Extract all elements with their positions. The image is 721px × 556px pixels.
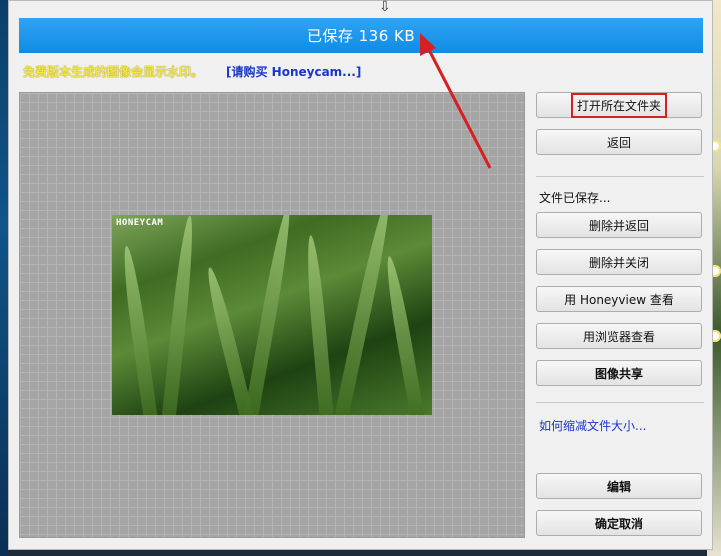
watermark-notice: 免费版本生成的图像会显示水印。 (23, 65, 204, 79)
highlight-box: 打开所在文件夹 (570, 92, 667, 118)
saved-status-bar: 已保存 136 KB (19, 18, 703, 53)
back-button[interactable]: 返回 (536, 129, 702, 155)
saved-status-text: 已保存 136 KB (306, 27, 416, 45)
desktop-background-left (0, 0, 8, 556)
gif-preview-image: HONEYCAM (112, 215, 432, 415)
honeycam-watermark: HONEYCAM (116, 218, 164, 228)
share-image-label: 图像共享 (594, 366, 643, 381)
delete-and-close-label: 删除并关闭 (588, 255, 649, 270)
divider (536, 176, 704, 177)
open-folder-label: 打开所在文件夹 (576, 98, 661, 113)
buy-honeycam-link[interactable]: [请购买 Honeycam...] (226, 63, 361, 80)
view-in-honeyview-label: 用 Honeyview 查看 (564, 292, 674, 307)
reduce-file-size-link[interactable]: 如何缩减文件大小... (539, 417, 646, 434)
delete-and-back-button[interactable]: 删除并返回 (536, 212, 702, 238)
edit-button[interactable]: 编辑 (536, 473, 702, 499)
grass-blade (161, 215, 197, 415)
edit-label: 编辑 (606, 479, 631, 494)
share-image-button[interactable]: 图像共享 (536, 360, 702, 386)
delete-and-back-label: 删除并返回 (588, 218, 649, 233)
grass-blade (119, 244, 159, 415)
image-preview-area: HONEYCAM (19, 92, 525, 538)
confirm-cancel-label: 确定取消 (594, 516, 643, 531)
view-in-browser-label: 用浏览器查看 (582, 329, 655, 344)
confirm-cancel-button[interactable]: 确定取消 (536, 510, 702, 536)
divider (536, 402, 704, 403)
view-in-browser-button[interactable]: 用浏览器查看 (536, 323, 702, 349)
grass-blade (333, 215, 395, 415)
grass-blade (303, 234, 335, 415)
delete-and-close-button[interactable]: 删除并关闭 (536, 249, 702, 275)
back-label: 返回 (606, 135, 631, 150)
file-saved-label: 文件已保存... (539, 191, 611, 205)
grass-blade (243, 215, 295, 415)
save-result-dialog: ⇩ 已保存 136 KB 免费版本生成的图像会显示水印。 [请购买 Honeyc… (8, 0, 713, 550)
view-in-honeyview-button[interactable]: 用 Honeyview 查看 (536, 286, 702, 312)
open-folder-button[interactable]: 打开所在文件夹 (536, 92, 702, 118)
resize-arrow-icon[interactable]: ⇩ (379, 0, 391, 14)
grass-blade (382, 255, 426, 415)
